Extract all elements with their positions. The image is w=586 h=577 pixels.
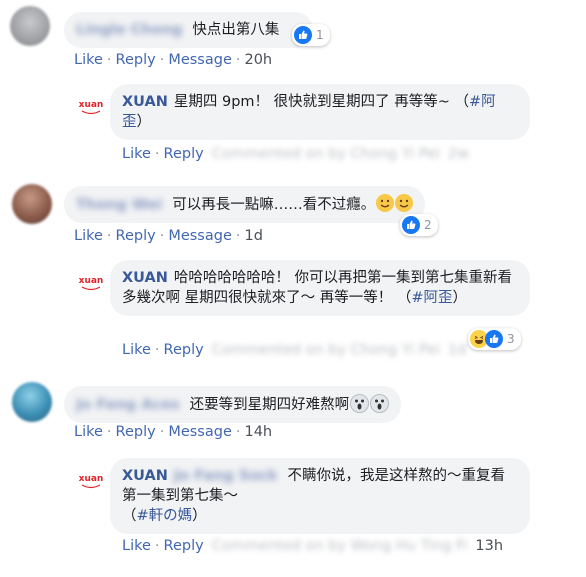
avatar[interactable] bbox=[12, 184, 52, 224]
comment-bubble: Thong Wei 可以再長一點嘛……看不过癮。 bbox=[64, 186, 426, 223]
avatar[interactable] bbox=[12, 382, 52, 422]
thumbs-up-icon bbox=[294, 26, 312, 44]
reply-text-end: ） bbox=[452, 290, 467, 306]
timestamp[interactable]: 1d bbox=[244, 228, 262, 244]
smile-emoji-icon bbox=[395, 194, 414, 212]
xuan-logo-avatar[interactable]: xuan bbox=[76, 466, 106, 496]
reply-link[interactable]: Reply bbox=[116, 228, 156, 244]
svg-text:xuan: xuan bbox=[79, 276, 104, 286]
hashtag-link[interactable]: #阿歪 bbox=[411, 290, 452, 306]
comment-text: 可以再長一點嘛……看不过癮。 bbox=[172, 197, 376, 213]
reply-link[interactable]: Reply bbox=[116, 424, 156, 440]
reaction-count: 1 bbox=[316, 28, 324, 42]
reply-bubble: XUAN Jo Fang Sock 不瞒你说，我是这样熬的～重复看第一集到第七集～（… bbox=[110, 458, 530, 534]
reaction-count: 3 bbox=[507, 332, 515, 346]
like-link[interactable]: Like bbox=[122, 538, 151, 554]
reply-link[interactable]: Reply bbox=[164, 538, 204, 554]
svg-text:xuan: xuan bbox=[79, 100, 104, 110]
like-link[interactable]: Like bbox=[74, 228, 103, 244]
comment-actions: Like · Reply · Message · 20h bbox=[74, 52, 273, 68]
reply-actions: Like · Reply Commented on by Wong Hu Ting F… bbox=[122, 538, 504, 554]
svg-text:xuan: xuan bbox=[79, 474, 104, 484]
edited-note: Commented on by Wong Hu Ting Fi bbox=[211, 538, 468, 554]
comment-bubble: Lingle Chong 快点出第八集 bbox=[64, 12, 314, 48]
like-link[interactable]: Like bbox=[122, 342, 151, 358]
comment-1: Lingle Chong 快点出第八集 1 Like · Reply · Message ·… bbox=[0, 0, 586, 162]
reply-link[interactable]: Reply bbox=[164, 342, 204, 358]
reply-author[interactable]: XUAN bbox=[122, 94, 168, 110]
thumbs-up-icon bbox=[402, 216, 420, 234]
xuan-logo-avatar[interactable]: xuan bbox=[76, 268, 106, 298]
reaction-badge[interactable]: 3 bbox=[468, 328, 521, 350]
timestamp[interactable]: 2w bbox=[448, 146, 469, 162]
reply-author-hidden[interactable]: Jo Fang Sock bbox=[174, 466, 278, 486]
comment-actions: Like · Reply · Message · 14h bbox=[74, 424, 273, 440]
timestamp[interactable]: 1d bbox=[448, 342, 466, 358]
commenter-name[interactable]: Lingle Chong bbox=[76, 20, 182, 40]
comment-2: Thong Wei 可以再長一點嘛……看不过癮。 2 Like · Reply · Mes… bbox=[0, 176, 586, 366]
reply-text-prefix: （ bbox=[122, 508, 137, 524]
reply-bubble: XUAN 星期四 9pm！ 很快就到星期四了 再等等~ （#阿歪） bbox=[110, 84, 530, 140]
edited-note: Commented on by Chong Yi Pei bbox=[211, 342, 440, 358]
scream-emoji-icon bbox=[350, 394, 370, 413]
reply-author[interactable]: XUAN bbox=[122, 468, 168, 484]
timestamp[interactable]: 14h bbox=[244, 424, 272, 440]
reply-actions: Like · Reply Commented on by Chong Yi Pei 1d bbox=[122, 342, 467, 358]
xuan-logo-avatar[interactable]: xuan bbox=[76, 92, 106, 122]
reply-actions: Like · Reply Commented on by Chong Yi Pei 2w bbox=[122, 146, 469, 162]
reply-link[interactable]: Reply bbox=[116, 52, 156, 68]
message-link[interactable]: Message bbox=[168, 52, 232, 68]
reaction-badge[interactable]: 2 bbox=[400, 214, 438, 236]
message-link[interactable]: Message bbox=[168, 228, 232, 244]
reply-text-end: ） bbox=[136, 114, 152, 130]
comment-text: 快点出第八集 bbox=[192, 22, 280, 38]
scream-emoji-icon bbox=[370, 394, 390, 413]
commenter-name[interactable]: Jo Feng Aces bbox=[76, 395, 180, 415]
reply-author[interactable]: XUAN bbox=[122, 270, 168, 286]
timestamp[interactable]: 13h bbox=[475, 538, 503, 554]
like-link[interactable]: Like bbox=[122, 146, 151, 162]
reaction-badge[interactable]: 1 bbox=[292, 24, 330, 46]
comment-bubble: Jo Feng Aces 还要等到星期四好难熬啊 bbox=[64, 386, 402, 423]
commenter-name[interactable]: Thong Wei bbox=[76, 195, 162, 215]
reply-bubble: XUAN 哈哈哈哈哈哈哈！ 你可以再把第一集到第七集重新看多幾次啊 星期四很快就來… bbox=[110, 260, 530, 316]
message-link[interactable]: Message bbox=[168, 424, 232, 440]
like-link[interactable]: Like bbox=[74, 424, 103, 440]
comment-3: Jo Feng Aces 还要等到星期四好难熬啊 Like · Reply · Messa… bbox=[0, 376, 586, 576]
reaction-count: 2 bbox=[424, 218, 432, 232]
comment-text: 还要等到星期四好难熬啊 bbox=[189, 397, 350, 413]
edited-note: Commented on by Chong Yi Pei bbox=[211, 146, 440, 162]
reply-text: 星期四 9pm！ 很快就到星期四了 再等等~ （ bbox=[173, 94, 470, 110]
comment-actions: Like · Reply · Message · 1d bbox=[74, 228, 263, 244]
hashtag-link[interactable]: #軒の媽 bbox=[137, 508, 193, 524]
reply-link[interactable]: Reply bbox=[164, 146, 204, 162]
like-link[interactable]: Like bbox=[74, 52, 103, 68]
thumbs-up-icon bbox=[485, 330, 503, 348]
reply-text-end: ） bbox=[192, 508, 207, 524]
smile-emoji-icon bbox=[376, 194, 395, 212]
avatar[interactable] bbox=[10, 6, 50, 46]
timestamp[interactable]: 20h bbox=[244, 52, 272, 68]
